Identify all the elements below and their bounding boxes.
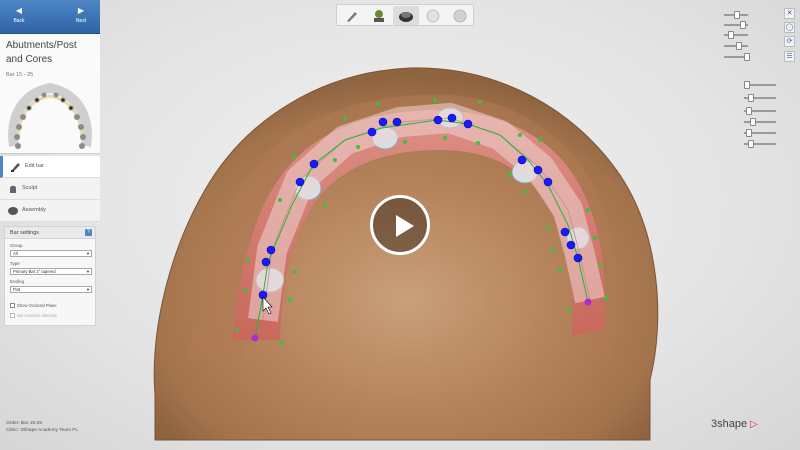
brand-logo: 3shape ▷ bbox=[711, 418, 758, 430]
ending-label: Ending bbox=[10, 279, 25, 284]
bar-range-label: Bar 15 - 25 bbox=[6, 72, 34, 78]
step-assembly[interactable]: Assembly bbox=[0, 200, 100, 222]
slider-knob bbox=[744, 53, 750, 61]
rotate-button[interactable]: ⟳ bbox=[784, 36, 795, 47]
video-play-button[interactable] bbox=[370, 195, 430, 255]
logo-mark: ▷ bbox=[750, 419, 758, 430]
set-insertion-direction-label: Set insertion direction bbox=[17, 313, 58, 318]
shade-icon bbox=[453, 9, 467, 22]
rotate-icon: ⟳ bbox=[786, 38, 793, 45]
bar-settings-panel: Bar settings ? Group All ▼ Type Primary … bbox=[4, 226, 96, 326]
sphere-icon bbox=[426, 9, 440, 22]
step-label: Assembly bbox=[22, 207, 46, 213]
transparency-slider-4[interactable] bbox=[724, 42, 748, 50]
bar-settings-header: Bar settings ? bbox=[5, 227, 95, 239]
help-button[interactable]: ? bbox=[85, 229, 92, 236]
slider-knob bbox=[750, 118, 756, 126]
step-label: Edit bar bbox=[25, 163, 44, 169]
play-icon bbox=[396, 215, 414, 237]
group-value: All bbox=[13, 251, 18, 256]
logo-text: 3shape bbox=[711, 418, 748, 430]
bar-settings-title: Bar settings bbox=[10, 230, 40, 236]
tool-bar-button[interactable] bbox=[393, 6, 419, 25]
order-line: Order: Bar 15-25 bbox=[6, 421, 42, 426]
step-title-card: Abutments/Post and Cores Bar 15 - 25 bbox=[0, 34, 100, 154]
step-edit-bar[interactable]: Edit bar bbox=[0, 156, 100, 178]
set-insertion-direction-checkbox[interactable]: Set insertion direction bbox=[10, 313, 57, 319]
scan-tool-icon bbox=[347, 11, 357, 22]
slider-knob bbox=[748, 94, 754, 102]
slider-knob bbox=[740, 21, 746, 29]
checkbox-box bbox=[10, 303, 15, 309]
slider-knob bbox=[728, 31, 734, 39]
bar-view-icon bbox=[399, 11, 413, 22]
zoom-icon: ◯ bbox=[785, 24, 794, 31]
zoom-button[interactable]: ◯ bbox=[784, 22, 795, 33]
layers-button[interactable]: ☰ bbox=[784, 51, 795, 62]
step-sculpt[interactable]: Sculpt bbox=[0, 178, 100, 200]
transparency-slider-3[interactable] bbox=[724, 31, 748, 39]
wizard-nav-bar: ◀ Back ▶ Next bbox=[0, 0, 100, 34]
chevron-down-icon: ▼ bbox=[86, 287, 90, 292]
layer-slider-4[interactable] bbox=[744, 118, 776, 126]
group-select[interactable]: All ▼ bbox=[10, 250, 92, 257]
layers-icon: ☰ bbox=[786, 53, 793, 60]
visibility-controls: ✕ ◯ ⟳ ☰ bbox=[718, 4, 800, 154]
type-label: Type bbox=[10, 261, 20, 266]
left-panel: ◀ Back ▶ Next Abutments/Post and Cores B… bbox=[0, 0, 100, 328]
edit-bar-icon bbox=[11, 163, 20, 172]
type-value: Primary Bar 2° tapered bbox=[13, 269, 56, 274]
layer-slider-6[interactable] bbox=[744, 140, 776, 148]
next-label: Next bbox=[75, 18, 87, 24]
ending-select[interactable]: Flat ▼ bbox=[10, 286, 92, 293]
show-occlusal-plane-checkbox[interactable]: Show Occlusal Plane bbox=[10, 303, 57, 309]
step-label: Sculpt bbox=[22, 185, 38, 191]
model-icon bbox=[374, 9, 384, 22]
slider-knob bbox=[748, 140, 754, 148]
layer-slider-3[interactable] bbox=[744, 107, 776, 115]
tool-shade-button[interactable] bbox=[447, 6, 473, 25]
clinic-line: Clinic: 3Shape Academy Team PL bbox=[6, 428, 79, 433]
layer-slider-5[interactable] bbox=[744, 129, 776, 137]
chevron-down-icon: ▼ bbox=[86, 269, 90, 274]
transparency-slider-1[interactable] bbox=[724, 11, 748, 19]
next-button[interactable]: ▶ Next bbox=[64, 2, 98, 32]
assembly-icon bbox=[8, 207, 18, 215]
tool-model-button[interactable] bbox=[366, 6, 392, 25]
checkbox-box bbox=[10, 313, 15, 319]
show-occlusal-plane-label: Show Occlusal Plane bbox=[17, 303, 57, 308]
transparency-slider-5[interactable] bbox=[724, 53, 750, 61]
chevron-down-icon: ▼ bbox=[86, 251, 90, 256]
slider-knob bbox=[736, 42, 742, 50]
sculpt-icon bbox=[10, 185, 16, 193]
page-title: Abutments/Post and Cores bbox=[6, 40, 77, 65]
tooth-chart[interactable] bbox=[4, 80, 96, 152]
arrow-left-icon: ◀ bbox=[15, 6, 23, 15]
close-icon: ✕ bbox=[786, 10, 793, 17]
transparency-slider-2[interactable] bbox=[724, 21, 748, 29]
slider-knob bbox=[744, 81, 750, 89]
tool-sphere-button[interactable] bbox=[420, 6, 446, 25]
close-view-button[interactable]: ✕ bbox=[784, 8, 795, 19]
layer-slider-1[interactable] bbox=[744, 81, 776, 89]
layer-slider-2[interactable] bbox=[744, 94, 776, 102]
group-label: Group bbox=[10, 243, 23, 248]
order-info: Order: Bar 15-25 Clinic: 3Shape Academy … bbox=[6, 420, 78, 434]
slider-knob bbox=[734, 11, 740, 19]
slider-knob bbox=[746, 129, 752, 137]
back-button[interactable]: ◀ Back bbox=[2, 2, 36, 32]
back-label: Back bbox=[13, 18, 25, 24]
type-select[interactable]: Primary Bar 2° tapered ▼ bbox=[10, 268, 92, 275]
tool-scan-button[interactable] bbox=[339, 6, 365, 25]
slider-knob bbox=[746, 107, 752, 115]
view-toolbar bbox=[336, 4, 474, 26]
arrow-right-icon: ▶ bbox=[77, 6, 85, 15]
ending-value: Flat bbox=[13, 287, 20, 292]
